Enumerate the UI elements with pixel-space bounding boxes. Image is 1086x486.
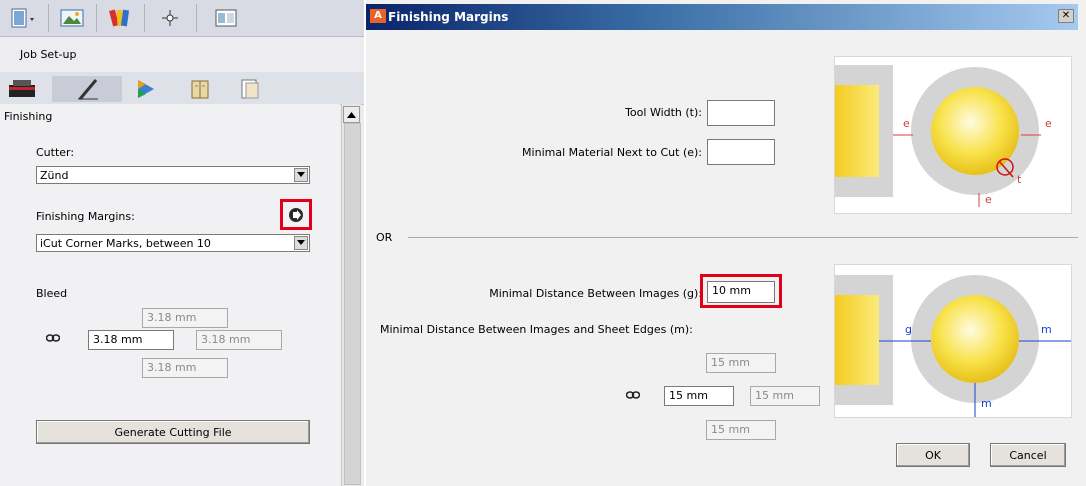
m-bottom-label: m [981,397,992,410]
finishing-tab-icon[interactable] [52,76,122,102]
section-title: Job Set-up [20,48,77,61]
book-tab-icon[interactable] [182,76,218,102]
min-distance-edges-label: Minimal Distance Between Images and Shee… [380,323,693,336]
edge-left-field[interactable]: 15 mm [664,386,734,406]
chevron-down-icon[interactable] [294,236,308,250]
finishing-heading: Finishing [4,110,53,123]
edge-right-field[interactable]: 15 mm [750,386,820,406]
app-icon: A [370,9,386,23]
dialog-title-bar: A Finishing Margins ✕ [366,4,1078,30]
cutter-value: Zünd [40,169,69,182]
g-label: g [905,323,912,336]
bleed-left-field[interactable]: 3.18 mm [88,330,174,350]
or-label: OR [376,231,393,244]
finishing-margins-value: iCut Corner Marks, between 10 [40,237,211,250]
finishing-panel: Finishing Cutter: Zünd Finishing Margins… [0,104,340,486]
bleed-bottom-field[interactable]: 3.18 mm [142,358,228,378]
close-icon[interactable]: ✕ [1058,9,1074,23]
divider [408,237,1078,238]
scroll-thumb[interactable] [344,123,361,485]
edge-top-field[interactable]: 15 mm [706,353,776,373]
spacing-diagram: g m m [834,264,1072,418]
tool-diagram: e e e t [834,56,1072,214]
min-material-label: Minimal Material Next to Cut (e): [522,146,702,159]
e-right-label: e [1045,117,1052,130]
scroll-up-icon[interactable] [343,106,360,123]
highlight-box [280,199,312,230]
crosshair-icon[interactable] [150,4,190,32]
job-setup-panel: Job Set-up Finishing Cutter: Zünd Finish… [0,0,364,486]
cancel-button[interactable]: Cancel [990,443,1066,467]
generate-cutting-file-button[interactable]: Generate Cutting File [36,420,310,444]
document-tab-icon[interactable] [232,76,268,102]
image-icon[interactable] [52,4,92,32]
color-swatch-icon[interactable] [100,4,140,32]
min-distance-images-label: Minimal Distance Between Images (g): [489,287,702,300]
e-left-label: e [903,117,910,130]
tool-width-field[interactable] [707,100,775,126]
bleed-top-field[interactable]: 3.18 mm [142,308,228,328]
main-toolbar [0,0,364,37]
link-chain-icon[interactable] [625,390,641,403]
edge-bottom-field[interactable]: 15 mm [706,420,776,440]
document-icon[interactable] [4,4,44,32]
setup-tabs [0,72,364,105]
e-bottom-label: e [985,193,992,206]
finishing-margins-dropdown[interactable]: iCut Corner Marks, between 10 [36,234,310,252]
printer-tab-icon[interactable] [4,76,40,102]
tool-width-label: Tool Width (t): [625,106,702,119]
chevron-down-icon[interactable] [294,168,308,182]
min-material-field[interactable] [707,139,775,165]
finishing-margins-label: Finishing Margins: [36,210,135,223]
cutter-dropdown[interactable]: Zünd [36,166,310,184]
dialog-title: Finishing Margins [388,10,509,24]
highlight-box [700,274,782,308]
bleed-label: Bleed [36,287,68,300]
color-tab-icon[interactable] [128,76,164,102]
t-label: t [1017,173,1022,186]
m-right-label: m [1041,323,1052,336]
link-chain-icon[interactable] [45,333,61,346]
bleed-right-field[interactable]: 3.18 mm [196,330,282,350]
ok-button[interactable]: OK [896,443,970,467]
layout-icon[interactable] [206,4,246,32]
cutter-label: Cutter: [36,146,75,159]
